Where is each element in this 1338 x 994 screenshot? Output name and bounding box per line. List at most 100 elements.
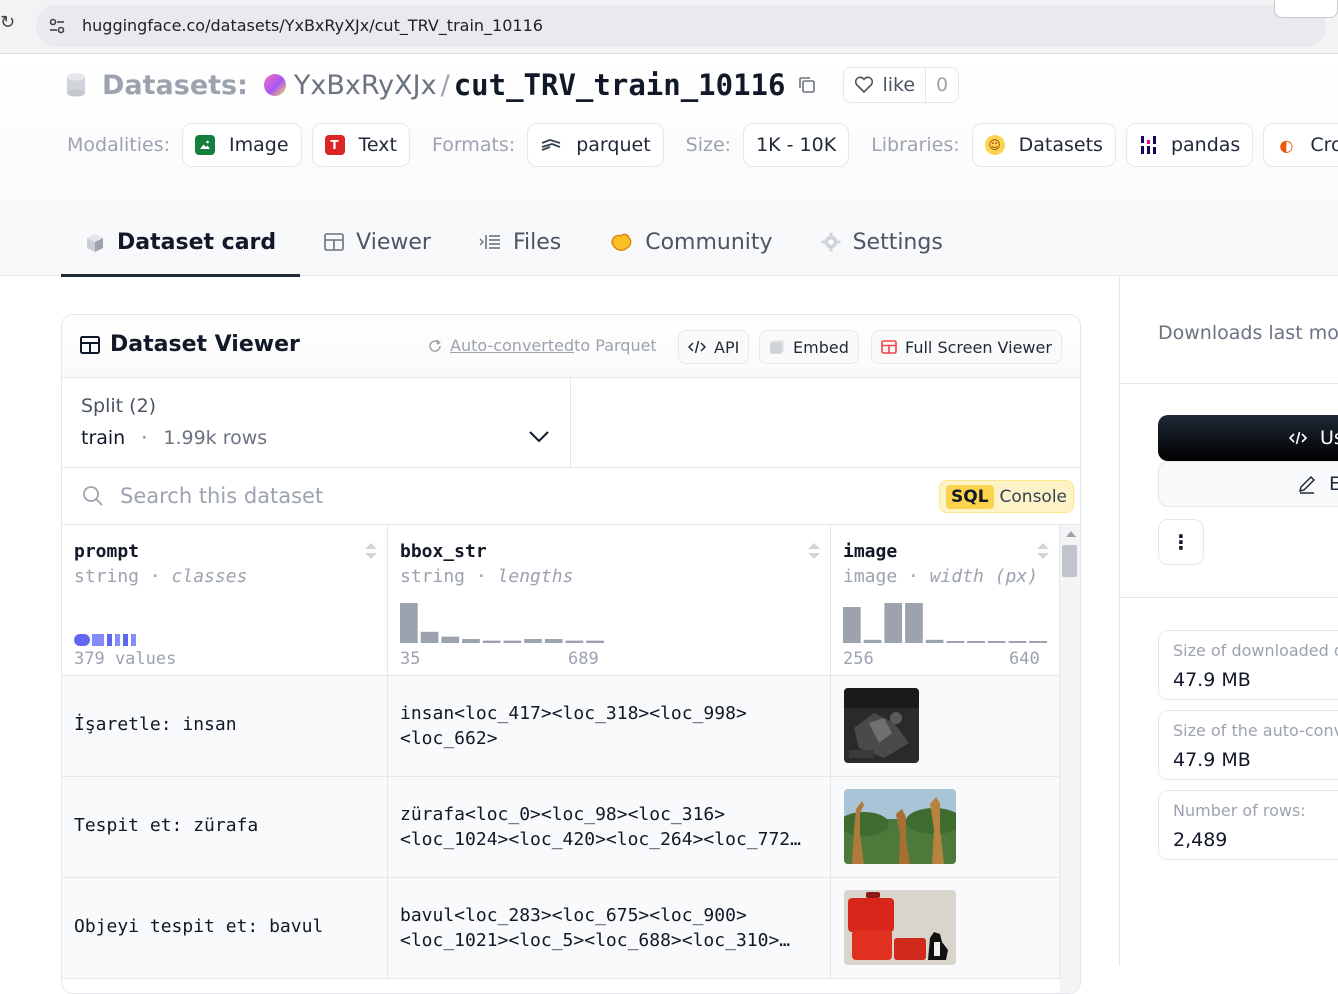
histogram-bar[interactable]	[1008, 641, 1027, 643]
repo-name[interactable]: cut_TRV_train_10116	[454, 68, 786, 102]
tag-pandas-library[interactable]: pandas	[1125, 123, 1254, 167]
histogram-bar[interactable]	[400, 603, 418, 643]
histogram-bar[interactable]	[503, 640, 522, 643]
api-button[interactable]: API	[678, 330, 750, 364]
refresh-icon	[429, 338, 441, 352]
like-count[interactable]: 0	[926, 74, 958, 96]
scrollbar-thumb[interactable]	[1062, 545, 1077, 577]
embed-label: Embed	[793, 337, 849, 357]
tags-row: Modalities: Image T Text Formats: parque…	[67, 123, 1338, 167]
modalities-label: Modalities:	[67, 134, 170, 156]
tab-files-label: Files	[512, 229, 562, 255]
histogram-bar[interactable]	[586, 640, 604, 643]
tab-settings[interactable]: Settings	[797, 211, 967, 273]
use-this-dataset-button[interactable]: Us	[1158, 415, 1338, 461]
histogram-bar[interactable]	[565, 640, 584, 643]
image-modality-icon	[195, 135, 215, 155]
datasets-label[interactable]: Datasets:	[102, 70, 248, 101]
site-settings-icon[interactable]	[48, 17, 66, 35]
auto-converted-link[interactable]: Auto-converted	[450, 336, 574, 355]
tag-croissant-library[interactable]: ◐ Croiss	[1263, 123, 1338, 167]
histogram-bar[interactable]	[987, 641, 1006, 643]
histogram-bar[interactable]	[967, 641, 985, 643]
tag-text[interactable]: T Text	[311, 123, 410, 167]
stat-download-size: Size of downloaded d 47.9 MB	[1158, 630, 1338, 700]
full-screen-viewer-button[interactable]: Full Screen Viewer	[871, 330, 1062, 364]
split-dot: ·	[141, 427, 148, 449]
sort-icon[interactable]	[364, 541, 378, 561]
tab-settings-label: Settings	[852, 229, 943, 255]
histogram-bar[interactable]	[482, 640, 501, 643]
extension-button[interactable]	[1274, 0, 1338, 18]
tab-community[interactable]: Community	[585, 211, 796, 273]
table-row[interactable]: Objeyi tespit et: bavul bavul<loc_283><l…	[62, 878, 1060, 979]
cell-bbox-str[interactable]: bavul<loc_283><loc_675><loc_900> <loc_10…	[388, 878, 831, 979]
cell-prompt[interactable]: Objeyi tespit et: bavul	[62, 878, 388, 979]
split-empty-area	[571, 378, 1080, 468]
table-row[interactable]: İşaretle: insan insan<loc_417><loc_318><…	[62, 676, 1060, 777]
column-header-image[interactable]: image image · width (px) 256 640	[831, 525, 1060, 676]
tag-parquet[interactable]: parquet	[527, 123, 664, 167]
owner-avatar[interactable]	[263, 74, 286, 96]
histogram-bar[interactable]	[524, 639, 542, 643]
split-selector[interactable]: Split (2) train · 1.99k rows	[62, 378, 571, 468]
histogram-bar[interactable]	[544, 639, 563, 643]
chevron-down-icon[interactable]	[528, 430, 550, 444]
histogram-bar[interactable]	[441, 636, 460, 643]
cell-prompt[interactable]: Tespit et: zürafa	[62, 777, 388, 878]
dark-scene-thumbnail[interactable]	[844, 688, 919, 763]
owner-name[interactable]: YxBxRyXJx	[294, 70, 437, 101]
tab-files[interactable]: Files	[455, 211, 585, 273]
cell-image[interactable]	[831, 878, 1060, 979]
title-row: Datasets: YxBxRyXJx / cut_TRV_train_1011…	[66, 65, 960, 105]
cell-prompt[interactable]: İşaretle: insan	[62, 676, 388, 777]
histogram-max: 689	[568, 649, 599, 669]
histogram-bar[interactable]	[946, 641, 965, 643]
edit-dataset-card-button[interactable]: E	[1158, 461, 1338, 507]
tag-image[interactable]: Image	[182, 123, 302, 167]
like-label: like	[882, 74, 916, 96]
cell-bbox-str[interactable]: insan<loc_417><loc_318><loc_998> <loc_66…	[388, 676, 831, 777]
sort-icon[interactable]	[1036, 541, 1050, 561]
cell-bbox-str[interactable]: zürafa<loc_0><loc_98><loc_316> <loc_1024…	[388, 777, 831, 878]
histogram-bar[interactable]	[1029, 641, 1047, 643]
classes-count: 379 values	[74, 649, 177, 669]
address-bar[interactable]: huggingface.co/datasets/YxBxRyXJx/cut_TR…	[36, 5, 1326, 47]
table-row[interactable]: Tespit et: zürafa zürafa<loc_0><loc_98><…	[62, 777, 1060, 878]
histogram-bar[interactable]	[884, 603, 903, 643]
sql-console-button[interactable]: SQL Console	[939, 480, 1075, 513]
tab-viewer[interactable]: Viewer	[300, 211, 455, 273]
auto-converted-note: Auto-converted to Parquet	[428, 336, 657, 355]
scrollbar[interactable]	[1060, 525, 1080, 993]
suitcases-cat-thumbnail[interactable]	[844, 890, 956, 965]
histogram-bar[interactable]	[462, 639, 480, 643]
reload-icon[interactable]: ↻	[0, 12, 15, 33]
tag-datasets-library[interactable]: ☺ Datasets	[971, 123, 1116, 167]
embed-button[interactable]: Embed	[759, 330, 859, 364]
histogram-bar[interactable]	[905, 603, 923, 643]
histogram-bar[interactable]	[863, 639, 882, 643]
copy-icon[interactable]	[797, 75, 817, 95]
search-input[interactable]	[118, 481, 718, 511]
histogram-bar[interactable]	[925, 639, 944, 643]
url-text[interactable]: huggingface.co/datasets/YxBxRyXJx/cut_TR…	[82, 16, 543, 35]
auto-converted-rest: to Parquet	[574, 336, 657, 355]
split-rows: 1.99k rows	[163, 427, 268, 449]
scroll-up-icon[interactable]	[1066, 531, 1076, 537]
cell-image[interactable]	[831, 777, 1060, 878]
histogram-bar[interactable]	[420, 631, 439, 643]
tag-size-label: 1K - 10K	[756, 134, 837, 156]
more-options-button[interactable]: ⋮	[1158, 519, 1204, 565]
search-icon	[83, 486, 103, 506]
sort-icon[interactable]	[807, 541, 821, 561]
tab-dataset-card[interactable]: Dataset card	[61, 211, 301, 277]
like-button[interactable]: like 0	[843, 67, 960, 103]
cell-image[interactable]	[831, 676, 1060, 777]
column-header-bbox-str[interactable]: bbox_str string · lengths 35 689	[388, 525, 831, 676]
giraffes-thumbnail[interactable]	[844, 789, 956, 864]
like-main[interactable]: like	[844, 68, 927, 102]
fullscreen-table-icon	[881, 340, 897, 354]
column-header-prompt[interactable]: prompt string · classes 379 values	[62, 525, 388, 676]
tag-size[interactable]: 1K - 10K	[743, 123, 850, 167]
histogram-bar[interactable]	[843, 607, 861, 643]
